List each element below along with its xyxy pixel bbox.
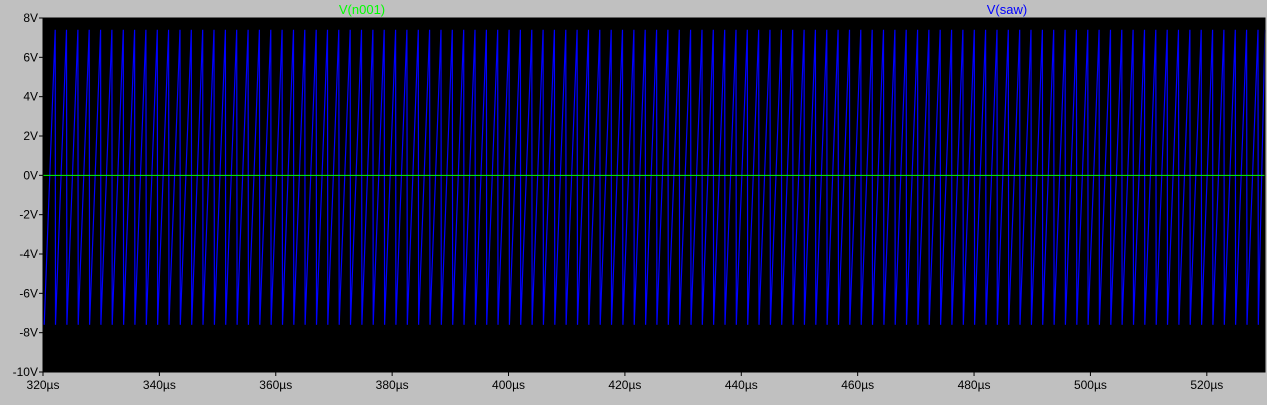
x-tick-label: 380µs xyxy=(376,378,409,392)
y-tick-label: -8V xyxy=(19,326,38,340)
plot-svg[interactable]: 8V 6V 4V 2V 0V -2V -4V -6V -8V -10V320µs 340µs 360µ… xyxy=(0,0,1267,405)
y-tick-label: 8V xyxy=(23,11,38,25)
x-tick-label: 340µs xyxy=(143,378,176,392)
y-tick-label: 0V xyxy=(23,168,38,182)
x-tick-label: 480µs xyxy=(958,378,991,392)
y-tick-label: -2V xyxy=(19,208,38,222)
trace-label-n001[interactable]: V(n001) xyxy=(339,2,385,17)
x-tick-label: 420µs xyxy=(608,378,641,392)
x-tick-label: 500µs xyxy=(1074,378,1107,392)
x-tick-label: 400µs xyxy=(492,378,525,392)
x-tick-label: 360µs xyxy=(259,378,292,392)
y-tick-label: -6V xyxy=(19,286,38,300)
waveform-viewer: 8V 6V 4V 2V 0V -2V -4V -6V -8V -10V 320µs 340µs 360µ… xyxy=(0,0,1267,405)
x-tick-label: 440µs xyxy=(725,378,758,392)
y-tick-label: 6V xyxy=(23,50,38,64)
y-tick-label: -4V xyxy=(19,247,38,261)
trace-label-saw[interactable]: V(saw) xyxy=(987,2,1027,17)
x-tick-label: 320µs xyxy=(27,378,60,392)
y-tick-label: 2V xyxy=(23,129,38,143)
y-tick-label: -10V xyxy=(13,365,38,379)
x-tick-label: 460µs xyxy=(841,378,874,392)
y-tick-label: 4V xyxy=(23,90,38,104)
x-tick-label: 520µs xyxy=(1190,378,1223,392)
